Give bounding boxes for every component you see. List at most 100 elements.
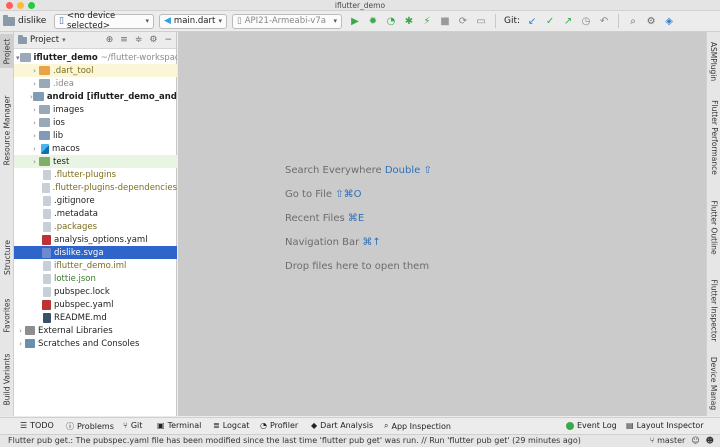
run-config-selector[interactable]: ◀ main.dart ▾: [159, 13, 227, 29]
device-manager-icon[interactable]: ▭: [475, 15, 487, 27]
right-tool-window-bar: ASMPlugin Flutter Performance Flutter Ou…: [706, 32, 720, 416]
hint-navigation-bar: Navigation Bar ⌘↑: [285, 237, 381, 248]
run-icon[interactable]: ▶: [349, 15, 361, 27]
tree-item-ios[interactable]: › ios: [14, 116, 177, 129]
logcat-icon: ≣: [213, 421, 220, 430]
locate-icon[interactable]: ⊕: [106, 35, 114, 45]
tree-item-idea[interactable]: › .idea: [14, 77, 177, 90]
debug-icon[interactable]: ✹: [367, 15, 379, 27]
tab-build-variants[interactable]: Build Variants: [0, 346, 14, 412]
tree-item-dislike-svga[interactable]: dislike.svga: [14, 246, 177, 259]
tab-favorites[interactable]: Favorites: [0, 290, 14, 340]
tree-item-flutter-plugins-dependencies[interactable]: .flutter-plugins-dependencies: [14, 181, 177, 194]
sync-icon[interactable]: ⟳: [457, 15, 469, 27]
run-config-label: main.dart: [173, 16, 216, 26]
gear-icon[interactable]: ⚙: [645, 15, 657, 27]
collapse-all-icon[interactable]: ≡: [120, 35, 128, 45]
tool-problems[interactable]: ⓘ Problems: [66, 421, 114, 432]
tab-flutter-outline[interactable]: Flutter Outline: [707, 192, 720, 262]
tree-item-pubspec-lock[interactable]: pubspec.lock: [14, 285, 177, 298]
tool-dart-analysis[interactable]: ◆ Dart Analysis: [311, 421, 373, 430]
tree-item-iml[interactable]: iflutter_demo.iml: [14, 259, 177, 272]
tree-item-macos[interactable]: › macos: [14, 142, 177, 155]
tree-item-root[interactable]: ▾ iflutter_demo ~/flutter-workspac: [14, 51, 177, 64]
git-branch-widget[interactable]: ⑂ master: [650, 436, 686, 445]
device-selector-label: <no device selected>: [66, 11, 116, 31]
tree-item-analysis-options[interactable]: analysis_options.yaml: [14, 233, 177, 246]
tree-item-dart-tool[interactable]: › .dart_tool: [14, 64, 177, 77]
chevron-right-icon[interactable]: ›: [30, 158, 39, 166]
face-icon[interactable]: ☻: [706, 436, 714, 445]
file-icon: [43, 208, 51, 219]
git-push-icon[interactable]: ↗: [562, 15, 574, 27]
tree-item-test[interactable]: › test: [14, 155, 177, 168]
search-icon[interactable]: ⌕: [627, 15, 639, 27]
tab-structure[interactable]: Structure: [0, 232, 14, 282]
tab-asm-plugin[interactable]: ASMPlugin: [707, 36, 720, 86]
tree-item-label: README.md: [54, 312, 107, 323]
chevron-right-icon[interactable]: ›: [30, 106, 39, 114]
tab-flutter-performance[interactable]: Flutter Performance: [707, 92, 720, 182]
plugin-icon[interactable]: ◈: [663, 15, 675, 27]
hide-icon[interactable]: −: [164, 35, 172, 45]
tree-item-scratches[interactable]: › Scratches and Consoles: [14, 337, 177, 350]
tab-resource-manager[interactable]: Resource Manager: [0, 90, 14, 170]
chevron-right-icon[interactable]: ›: [30, 132, 39, 140]
project-breadcrumb[interactable]: dislike: [0, 14, 54, 26]
history-icon[interactable]: ◷: [580, 15, 592, 27]
profile-icon[interactable]: ◔: [385, 15, 397, 27]
tree-item-label: .packages: [54, 221, 98, 232]
tree-item-label: pubspec.lock: [54, 286, 110, 297]
git-branch-icon: ⑂: [123, 421, 128, 430]
chevron-right-icon[interactable]: ›: [30, 145, 39, 153]
chevron-right-icon[interactable]: ›: [16, 327, 25, 335]
tree-item-label: .gitignore: [54, 195, 95, 206]
tree-item-pubspec-yaml[interactable]: pubspec.yaml: [14, 298, 177, 311]
chevron-down-icon[interactable]: ▾: [62, 36, 66, 44]
tool-todo[interactable]: ☰ TODO: [20, 421, 54, 430]
tool-event-log[interactable]: Event Log: [566, 421, 617, 430]
editor-area[interactable]: Search Everywhere Double ⇧ Go to File ⇧⌘…: [178, 32, 706, 416]
smiley-icon[interactable]: ☺: [691, 436, 699, 445]
chevron-right-icon[interactable]: ›: [30, 119, 39, 127]
tree-item-gitignore[interactable]: .gitignore: [14, 194, 177, 207]
tree-item-packages[interactable]: .packages: [14, 220, 177, 233]
chevron-down-icon[interactable]: ▾: [16, 54, 20, 62]
tree-item-flutter-plugins[interactable]: .flutter-plugins: [14, 168, 177, 181]
tab-project[interactable]: Project: [0, 34, 14, 68]
tree-item-lottie-json[interactable]: lottie.json: [14, 272, 177, 285]
gear-icon[interactable]: ⚙: [149, 35, 157, 45]
project-panel-title[interactable]: Project: [30, 35, 59, 45]
chevron-right-icon[interactable]: ›: [30, 67, 39, 75]
chevron-right-icon[interactable]: ›: [30, 80, 39, 88]
list-icon: ☰: [20, 421, 28, 430]
tab-device-manager[interactable]: Device Manag: [707, 354, 720, 412]
tool-profiler[interactable]: ◔ Profiler: [260, 421, 298, 430]
tree-item-lib[interactable]: › lib: [14, 129, 177, 142]
tree-item-external-libraries[interactable]: › External Libraries: [14, 324, 177, 337]
hot-reload-icon[interactable]: ⚡: [421, 15, 433, 27]
phone-icon: ▯: [59, 16, 64, 26]
stop-icon[interactable]: ■: [439, 15, 451, 27]
tree-item-label: ios: [53, 117, 65, 128]
tree-item-metadata[interactable]: .metadata: [14, 207, 177, 220]
tree-item-label: dislike.svga: [54, 247, 104, 258]
chevron-right-icon[interactable]: ›: [16, 340, 25, 348]
avd-selector[interactable]: ▯ API21-Armeabi-v7a ▾: [232, 13, 342, 29]
git-commit-icon[interactable]: ✓: [544, 15, 556, 27]
git-update-icon[interactable]: ↙: [526, 15, 538, 27]
device-selector[interactable]: ▯ <no device selected> ▾: [54, 11, 154, 31]
tab-flutter-inspector[interactable]: Flutter Inspector: [707, 272, 720, 348]
rollback-icon[interactable]: ↶: [598, 15, 610, 27]
status-message[interactable]: Flutter pub get.: The pubspec.yaml file …: [8, 436, 581, 445]
tree-item-android[interactable]: › android [iflutter_demo_androi: [14, 90, 177, 103]
tool-layout-inspector[interactable]: ▤ Layout Inspector: [626, 421, 704, 430]
expand-all-icon[interactable]: ≑: [135, 35, 143, 45]
tree-item-readme[interactable]: README.md: [14, 311, 177, 324]
tool-git[interactable]: ⑂ Git: [123, 421, 142, 430]
tool-logcat[interactable]: ≣ Logcat: [213, 421, 249, 430]
tool-app-inspection[interactable]: ⌕ App Inspection: [384, 421, 451, 431]
tree-item-images[interactable]: › images: [14, 103, 177, 116]
tool-terminal[interactable]: ▣ Terminal: [157, 421, 201, 430]
attach-icon[interactable]: ✱: [403, 15, 415, 27]
